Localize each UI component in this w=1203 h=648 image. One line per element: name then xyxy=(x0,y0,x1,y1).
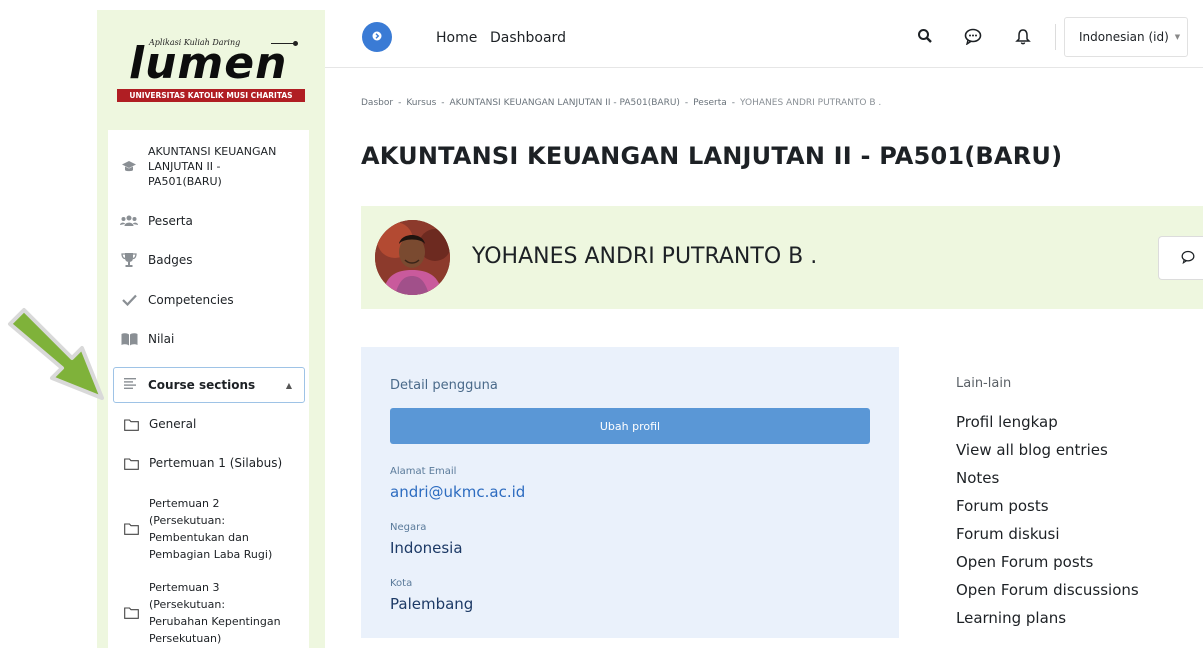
nav-item-nilai[interactable]: Nilai xyxy=(108,330,309,348)
folder-icon xyxy=(123,457,139,470)
edit-profile-button[interactable]: Ubah profil xyxy=(390,408,870,444)
logo-institution: UNIVERSITAS KATOLIK MUSI CHARITAS xyxy=(117,89,305,102)
chevron-right-icon xyxy=(372,30,382,44)
graduation-cap-icon xyxy=(120,158,138,176)
course-sections-label: Course sections xyxy=(148,378,256,392)
language-label: Indonesian (id) xyxy=(1079,30,1169,44)
logo-dot xyxy=(293,41,298,46)
course-nav: AKUNTANSI KEUANGAN LANJUTAN II - PA501(B… xyxy=(108,130,309,648)
nav-label-badges: Badges xyxy=(148,252,193,267)
misc-heading: Lain-lain xyxy=(956,376,1012,391)
users-icon xyxy=(120,212,138,230)
bell-icon[interactable] xyxy=(1013,26,1033,46)
nav-label-nilai: Nilai xyxy=(148,331,175,346)
profile-header: YOHANES ANDRI PUTRANTO B . xyxy=(361,206,1203,309)
book-icon xyxy=(120,330,138,348)
language-selector[interactable]: Indonesian (id) ▼ xyxy=(1064,17,1188,57)
breadcrumb-item[interactable]: Peserta xyxy=(693,98,727,108)
search-icon[interactable] xyxy=(915,26,935,46)
breadcrumb-separator: - xyxy=(684,98,689,108)
profile-name: YOHANES ANDRI PUTRANTO B . xyxy=(472,244,818,269)
breadcrumb-item[interactable]: AKUNTANSI KEUANGAN LANJUTAN II - PA501(B… xyxy=(450,98,680,108)
country-label: Negara xyxy=(390,522,427,533)
misc-link-full-profile[interactable]: Profil lengkap xyxy=(956,408,1186,436)
page-title: AKUNTANSI KEUANGAN LANJUTAN II - PA501(B… xyxy=(361,142,1063,170)
section-item[interactable]: General xyxy=(108,416,309,433)
misc-link-notes[interactable]: Notes xyxy=(956,464,1186,492)
country-value: Indonesia xyxy=(390,539,463,557)
folder-icon xyxy=(123,418,139,431)
breadcrumb-separator: - xyxy=(398,98,402,108)
section-label: Pertemuan 2 (Persekutuan: Pembentukan da… xyxy=(149,497,273,561)
drawer-toggle-button[interactable] xyxy=(362,22,392,52)
chat-icon xyxy=(1181,249,1195,268)
folder-icon xyxy=(123,523,139,535)
annotation-arrow-icon xyxy=(8,308,104,400)
city-label: Kota xyxy=(390,578,413,589)
folder-icon xyxy=(123,607,139,619)
trophy-icon xyxy=(120,251,138,269)
section-item[interactable]: Pertemuan 2 (Persekutuan: Pembentukan da… xyxy=(108,495,309,563)
section-label: Pertemuan 3 (Persekutuan: Perubahan Kepe… xyxy=(149,581,281,645)
nav-course-label: AKUNTANSI KEUANGAN LANJUTAN II - PA501(B… xyxy=(148,145,277,188)
nav-dashboard-link[interactable]: Dashboard xyxy=(490,30,566,46)
misc-section: Lain-lain Profil lengkap View all blog e… xyxy=(956,376,1186,632)
top-navbar: Home Dashboard Indonesian (id) ▼ xyxy=(325,0,1203,68)
check-icon xyxy=(120,291,138,309)
nav-item-competencies[interactable]: Competencies xyxy=(108,291,309,309)
nav-item-badges[interactable]: Badges xyxy=(108,251,309,269)
list-icon xyxy=(124,377,136,393)
sidebar: Aplikasi Kuliah Daring lumen UNIVERSITAS… xyxy=(97,10,325,648)
chevron-up-icon: ▲ xyxy=(285,381,292,390)
user-details-heading: Detail pengguna xyxy=(390,378,498,393)
misc-link-forum-posts[interactable]: Forum posts xyxy=(956,492,1186,520)
section-item[interactable]: Pertemuan 3 (Persekutuan: Perubahan Kepe… xyxy=(108,579,309,647)
breadcrumb-current: YOHANES ANDRI PUTRANTO B . xyxy=(740,98,882,108)
breadcrumb-separator: - xyxy=(731,98,736,108)
misc-link-learning-plans[interactable]: Learning plans xyxy=(956,604,1186,632)
misc-link-open-forum-posts[interactable]: Open Forum posts xyxy=(956,548,1186,576)
site-logo[interactable]: Aplikasi Kuliah Daring lumen UNIVERSITAS… xyxy=(117,32,307,112)
breadcrumb: Dasbor - Kursus - AKUNTANSI KEUANGAN LANJUTA… xyxy=(361,98,881,108)
section-label: Pertemuan 1 (Silabus) xyxy=(149,456,283,470)
nav-item-peserta[interactable]: Peserta xyxy=(108,212,309,230)
avatar xyxy=(375,220,450,295)
breadcrumb-item[interactable]: Dasbor xyxy=(361,98,393,108)
section-label: General xyxy=(149,417,197,431)
chat-icon[interactable] xyxy=(963,26,983,46)
misc-link-blog-entries[interactable]: View all blog entries xyxy=(956,436,1186,464)
breadcrumb-item[interactable]: Kursus xyxy=(406,98,436,108)
city-value: Palembang xyxy=(390,595,474,613)
nav-label-competencies: Competencies xyxy=(148,292,234,307)
caret-down-icon: ▼ xyxy=(1174,33,1181,41)
email-label: Alamat Email xyxy=(390,466,457,477)
logo-wordmark: lumen xyxy=(129,38,288,89)
nav-home-link[interactable]: Home xyxy=(436,30,477,46)
course-sections-toggle[interactable]: Course sections ▲ xyxy=(113,367,305,403)
breadcrumb-separator: - xyxy=(441,98,445,108)
user-details-card: Detail pengguna Ubah profil Alamat Email… xyxy=(361,347,899,638)
nav-label-peserta: Peserta xyxy=(148,213,193,228)
nav-course-home[interactable]: AKUNTANSI KEUANGAN LANJUTAN II - PA501(B… xyxy=(108,144,309,189)
message-button[interactable] xyxy=(1158,236,1203,280)
misc-link-open-forum-discussions[interactable]: Open Forum discussions xyxy=(956,576,1186,604)
section-item[interactable]: Pertemuan 1 (Silabus) xyxy=(108,455,309,472)
misc-link-forum-discussions[interactable]: Forum diskusi xyxy=(956,520,1186,548)
header-divider xyxy=(1055,24,1056,50)
email-link[interactable]: andri@ukmc.ac.id xyxy=(390,483,525,501)
